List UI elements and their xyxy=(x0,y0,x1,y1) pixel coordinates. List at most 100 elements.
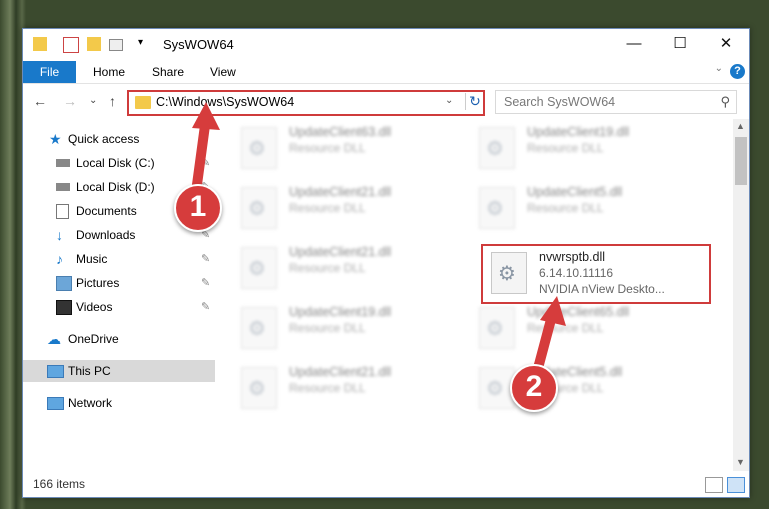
file-name: UpdateClient21.dll xyxy=(289,245,392,259)
sidebar-item-label: Local Disk (D:) xyxy=(76,180,155,194)
sidebar-item-label: OneDrive xyxy=(68,332,119,346)
tab-view[interactable]: View xyxy=(210,61,236,83)
step-badge-2: 2 xyxy=(510,364,558,412)
highlighted-file-item[interactable]: nvwrsptb.dll 6.14.10.11116 NVIDIA nView … xyxy=(481,244,711,304)
help-icon[interactable]: ? xyxy=(730,64,745,79)
recent-locations-icon[interactable]: ⌄ xyxy=(89,95,97,106)
tab-file[interactable]: File xyxy=(23,61,76,83)
drive-icon xyxy=(56,159,70,167)
file-name: nvwrsptb.dll xyxy=(539,250,605,264)
chevron-down-icon[interactable]: ▾ xyxy=(138,37,143,48)
sidebar-item-videos[interactable]: Videos ✎ xyxy=(23,296,215,318)
sidebar-item-label: Pictures xyxy=(76,276,120,290)
pin-icon[interactable]: ✎ xyxy=(201,272,210,294)
tab-share[interactable]: Share xyxy=(152,61,184,83)
chevron-down-icon[interactable]: ⌄ xyxy=(445,95,453,106)
dll-file-icon xyxy=(241,307,277,349)
navigation-pane: ★ Quick access Local Disk (C:) ✎ Local D… xyxy=(23,119,216,469)
step-badge-1: 1 xyxy=(174,184,222,232)
list-item[interactable]: UpdateClient21.dll Resource DLL xyxy=(233,239,463,295)
dll-file-icon xyxy=(241,127,277,169)
file-type: Resource DLL xyxy=(289,141,366,155)
list-item[interactable]: UpdateClient65.dll Resource DLL xyxy=(471,299,701,355)
dll-file-icon xyxy=(479,187,515,229)
large-icons-view-icon[interactable] xyxy=(727,477,745,493)
pin-icon[interactable]: ✎ xyxy=(201,152,210,174)
search-input[interactable]: Search SysWOW64 ⚲ xyxy=(495,90,737,114)
close-button[interactable]: ✕ xyxy=(703,29,749,61)
list-item[interactable]: UpdateClient5.dll Resource DLL xyxy=(471,179,701,235)
music-icon: ♪ xyxy=(56,251,63,267)
sidebar-item-local-disk-c[interactable]: Local Disk (C:) ✎ xyxy=(23,152,215,174)
dll-file-icon xyxy=(491,252,527,294)
document-icon xyxy=(56,204,69,219)
maximize-button[interactable]: ☐ xyxy=(657,29,703,61)
file-description: NVIDIA nView Deskto... xyxy=(539,282,665,296)
file-type: Resource DLL xyxy=(289,321,366,335)
list-item[interactable]: UpdateClient63.dll Resource DLL xyxy=(233,119,463,175)
sidebar-item-label: Videos xyxy=(76,300,113,314)
file-name: UpdateClient65.dll xyxy=(527,305,630,319)
dll-file-icon xyxy=(241,247,277,289)
list-item[interactable]: UpdateClient5.dll Resource DLL xyxy=(471,359,701,415)
window-title: SysWOW64 xyxy=(163,37,234,52)
scroll-up-icon[interactable]: ▲ xyxy=(736,121,745,131)
sidebar-item-label: Quick access xyxy=(68,132,140,146)
sidebar-item-pictures[interactable]: Pictures ✎ xyxy=(23,272,215,294)
videos-icon xyxy=(56,300,72,315)
pictures-icon xyxy=(56,276,72,291)
folder-icon xyxy=(135,96,151,109)
sidebar-item-quick-access[interactable]: ★ Quick access xyxy=(23,128,215,150)
status-bar: 166 items xyxy=(23,473,749,497)
file-explorer-window: ▾ SysWOW64 — ☐ ✕ File Home Share View ⌄ … xyxy=(22,28,750,498)
network-icon xyxy=(47,397,64,410)
minimize-button[interactable]: — xyxy=(611,29,657,61)
sidebar-item-this-pc[interactable]: This PC xyxy=(23,360,215,382)
sidebar-item-label: Local Disk (C:) xyxy=(76,156,155,170)
file-name: UpdateClient63.dll xyxy=(289,125,392,139)
file-version: 6.14.10.11116 xyxy=(539,266,614,280)
forward-arrow-icon[interactable]: → xyxy=(63,93,77,109)
back-arrow-icon[interactable]: ← xyxy=(33,93,47,109)
cloud-icon: ☁ xyxy=(47,331,61,347)
new-folder-icon[interactable] xyxy=(87,37,101,51)
address-bar[interactable]: C:\Windows\SysWOW64 ⌄ ↻ xyxy=(127,90,485,116)
list-item[interactable]: UpdateClient21.dll Resource DLL xyxy=(233,179,463,235)
file-type: Resource DLL xyxy=(289,261,366,275)
details-view-icon[interactable] xyxy=(705,477,723,493)
pin-icon[interactable]: ✎ xyxy=(201,248,210,270)
up-arrow-icon[interactable]: ↑ xyxy=(109,93,116,109)
list-item[interactable]: UpdateClient19.dll Resource DLL xyxy=(471,119,701,175)
customize-toolbar-icon[interactable] xyxy=(109,39,123,51)
list-item[interactable]: UpdateClient19.dll Resource DLL xyxy=(233,299,463,355)
pin-icon[interactable]: ✎ xyxy=(201,296,210,318)
sidebar-item-label: Network xyxy=(68,396,113,410)
sidebar-item-label: Documents xyxy=(76,204,137,218)
drive-icon xyxy=(56,183,70,191)
scroll-down-icon[interactable]: ▼ xyxy=(736,457,745,467)
file-name: UpdateClient19.dll xyxy=(289,305,392,319)
sidebar-item-network[interactable]: Network xyxy=(23,392,215,414)
sidebar-item-onedrive[interactable]: ☁ OneDrive xyxy=(23,328,215,350)
file-list: UpdateClient63.dll Resource DLL UpdateCl… xyxy=(233,119,733,471)
search-icon[interactable]: ⚲ xyxy=(720,94,730,110)
search-placeholder: Search SysWOW64 xyxy=(504,95,616,109)
scrollbar-thumb[interactable] xyxy=(735,137,747,185)
vertical-scrollbar[interactable]: ▲ ▼ xyxy=(733,119,749,471)
ribbon-tabs: File Home Share View ⌄ ? xyxy=(23,61,749,84)
file-name: UpdateClient21.dll xyxy=(289,185,392,199)
file-type: Resource DLL xyxy=(527,141,604,155)
properties-icon[interactable] xyxy=(63,37,79,53)
refresh-icon[interactable]: ↻ xyxy=(465,93,484,110)
tab-home[interactable]: Home xyxy=(93,61,125,83)
dll-file-icon xyxy=(241,187,277,229)
computer-icon xyxy=(47,365,64,378)
list-item[interactable]: UpdateClient21.dll Resource DLL xyxy=(233,359,463,415)
sidebar-item-music[interactable]: ♪ Music ✎ xyxy=(23,248,215,270)
address-path[interactable]: C:\Windows\SysWOW64 xyxy=(156,95,294,109)
file-name: UpdateClient19.dll xyxy=(527,125,630,139)
file-type: Resource DLL xyxy=(289,381,366,395)
download-icon: ↓ xyxy=(56,227,63,243)
sidebar-item-label: This PC xyxy=(68,364,111,378)
expand-ribbon-icon[interactable]: ⌄ xyxy=(715,63,723,74)
